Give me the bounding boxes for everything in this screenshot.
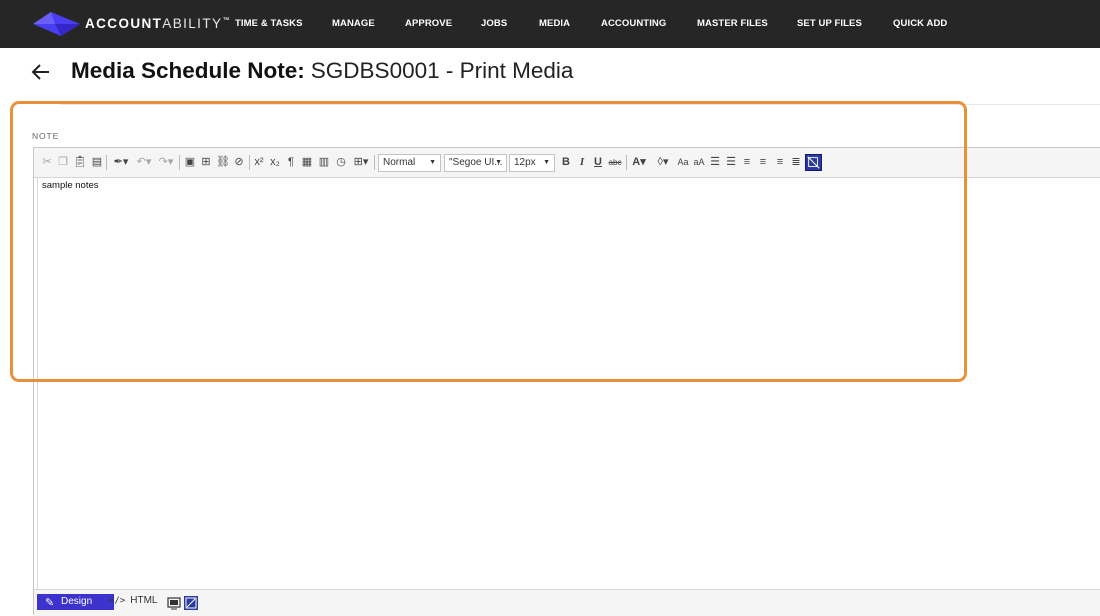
toolbar-separator <box>249 155 250 170</box>
header-divider <box>60 104 1100 105</box>
font-size-select[interactable]: 12px ▼ <box>509 154 555 172</box>
nav-item-approve[interactable]: APPROVE <box>405 18 452 29</box>
insert-date-icon[interactable]: ▥ <box>317 154 331 171</box>
undo-icon[interactable]: ↶▾ <box>134 154 154 171</box>
brand-name[interactable]: ACCOUNTABILITY™ <box>85 16 229 31</box>
paste-icon[interactable]: 📋︎ <box>73 154 87 171</box>
nav-item-manage[interactable]: MANAGE <box>332 18 375 29</box>
case-lower-button[interactable]: aA <box>691 154 707 171</box>
paragraph-format-select[interactable]: Normal ▼ <box>378 154 441 172</box>
clear-formatting-icon[interactable] <box>805 154 822 171</box>
rich-text-editor: ✂ ❐ 📋︎ ▤ ✒▾ ↶▾ ↷▾ ▣ ⊞ ⛓ ⊘ x² x₂ ¶ ▦ ▥ ◷ … <box>33 147 1100 616</box>
italic-button[interactable]: I <box>576 154 588 171</box>
font-family-select[interactable]: "Segoe UI... ▼ <box>444 154 507 172</box>
align-center-icon[interactable]: ≡ <box>756 154 770 171</box>
unlink-icon[interactable]: ⊘ <box>232 154 246 171</box>
redo-icon[interactable]: ↷▾ <box>156 154 176 171</box>
paragraph-icon[interactable]: ¶ <box>284 154 298 171</box>
toolbar-separator <box>374 155 375 170</box>
font-color-button[interactable]: A▾ <box>629 154 649 171</box>
nav-item-set-up-files[interactable]: SET UP FILES <box>797 18 862 29</box>
fullscreen-toggle-icon[interactable] <box>184 596 198 610</box>
note-content-area[interactable]: sample notes <box>42 180 99 191</box>
code-icon: </> <box>109 596 126 606</box>
strikethrough-button[interactable]: abc <box>607 154 623 171</box>
numbered-list-icon[interactable]: ☰ <box>708 154 722 171</box>
accountability-logo-icon[interactable] <box>33 11 81 37</box>
design-mode-label: Design <box>61 596 93 607</box>
editor-left-border <box>37 178 38 589</box>
preview-icon[interactable] <box>167 596 181 610</box>
cut-icon[interactable]: ✂ <box>40 154 54 171</box>
page-title: Media Schedule Note: SGDBS0001 - Print Me… <box>71 58 573 84</box>
design-mode-button[interactable]: ✎ Design <box>37 594 114 610</box>
superscript-icon[interactable]: x² <box>252 154 266 171</box>
insert-symbol-icon[interactable]: ▦ <box>300 154 314 171</box>
format-painter-icon[interactable]: ✒▾ <box>110 154 132 171</box>
align-right-icon[interactable]: ≡ <box>773 154 787 171</box>
chevron-down-icon: ▼ <box>495 159 502 166</box>
bold-button[interactable]: B <box>560 154 572 171</box>
toolbar-separator <box>626 155 627 170</box>
chevron-down-icon: ▼ <box>429 159 436 166</box>
subscript-icon[interactable]: x₂ <box>268 154 282 171</box>
justify-icon[interactable]: ≣ <box>789 154 803 171</box>
pencil-icon: ✎ <box>45 597 55 609</box>
page-title-value: SGDBS0001 - Print Media <box>310 58 574 83</box>
nav-item-master-files[interactable]: MASTER FILES <box>697 18 768 29</box>
html-mode-label: HTML <box>130 595 158 606</box>
editor-toolbar: ✂ ❐ 📋︎ ▤ ✒▾ ↶▾ ↷▾ ▣ ⊞ ⛓ ⊘ x² x₂ ¶ ▦ ▥ ◷ … <box>34 148 1100 178</box>
underline-button[interactable]: U <box>592 154 604 171</box>
note-field-label: NOTE <box>32 131 60 141</box>
chevron-down-icon: ▼ <box>543 159 550 166</box>
bulleted-list-icon[interactable]: ☰ <box>724 154 738 171</box>
nav-item-media[interactable]: MEDIA <box>539 18 570 29</box>
editor-mode-bar: ✎ Design </> HTML <box>34 589 1100 616</box>
arrow-left-icon[interactable] <box>30 60 52 84</box>
nav-item-quick-add[interactable]: QUICK ADD <box>893 18 947 29</box>
case-upper-button[interactable]: Aa <box>675 154 691 171</box>
toolbar-separator <box>106 155 107 170</box>
insert-time-icon[interactable]: ◷ <box>334 154 348 171</box>
image-icon[interactable]: ▣ <box>183 154 197 171</box>
copy-icon[interactable]: ❐ <box>56 154 70 171</box>
highlight-color-icon[interactable]: ◊▾ <box>653 154 673 171</box>
page-title-label: Media Schedule Note: <box>71 58 305 83</box>
image-manager-icon[interactable]: ⊞ <box>199 154 213 171</box>
nav-item-time-tasks[interactable]: TIME & TASKS <box>235 18 303 29</box>
insert-table-icon[interactable]: ⊞▾ <box>350 154 372 171</box>
align-left-icon[interactable]: ≡ <box>740 154 754 171</box>
top-navigation-bar: ACCOUNTABILITY™ TIME & TASKS MANAGE APPR… <box>0 0 1100 48</box>
html-mode-button[interactable]: </> HTML <box>109 595 158 606</box>
nav-item-jobs[interactable]: JOBS <box>481 18 507 29</box>
link-icon[interactable]: ⛓ <box>216 154 230 171</box>
paste-from-word-icon[interactable]: ▤ <box>90 154 104 171</box>
nav-item-accounting[interactable]: ACCOUNTING <box>601 18 666 29</box>
toolbar-separator <box>179 155 180 170</box>
